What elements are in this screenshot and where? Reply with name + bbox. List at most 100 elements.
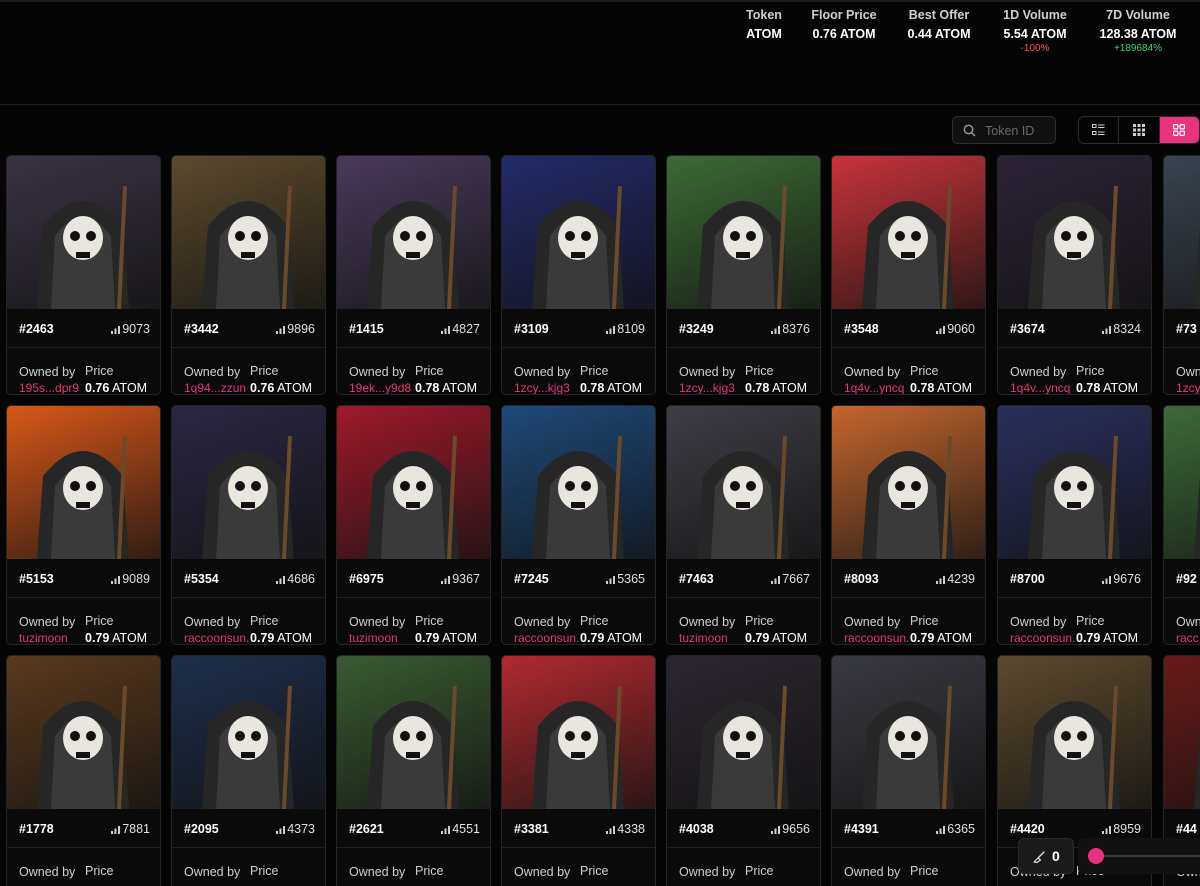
nft-image[interactable]	[1164, 156, 1200, 309]
nft-card[interactable]: #92Owned byraccPrice	[1163, 405, 1200, 645]
nft-card[interactable]: #3442 9896 Owned by 1q94...zzun Price 0.76 AT…	[171, 155, 326, 395]
nft-image[interactable]	[832, 656, 985, 809]
nft-image[interactable]	[832, 156, 985, 309]
nft-card[interactable]: #2463 9073 Owned by 195s...dpr9 Price 0.76 AT…	[6, 155, 161, 395]
nft-card[interactable]: #8093 4239 Owned by raccoonsun. Price 0.79 AT…	[831, 405, 986, 645]
nft-card[interactable]: #3674 8324 Owned by 1q4v...yncq Price 0.78 AT…	[997, 155, 1152, 395]
nft-image[interactable]	[1164, 656, 1200, 809]
reaper-art	[37, 435, 129, 559]
owner-link[interactable]: 1zcy...kjg3	[679, 381, 747, 394]
price-value: 0.78 ATOM	[745, 381, 820, 394]
nft-image[interactable]	[667, 156, 820, 309]
token-id: #4420	[1010, 822, 1045, 836]
reaper-art	[532, 185, 624, 309]
nft-card[interactable]: #73Owned by1zcyPrice	[1163, 155, 1200, 395]
nft-card[interactable]: #7245 5365 Owned by raccoonsun. Price 0.79 AT…	[501, 405, 656, 645]
nft-image[interactable]	[1164, 406, 1200, 559]
sweep-slider[interactable]	[1078, 838, 1200, 874]
reaper-art	[862, 185, 954, 309]
nft-card[interactable]: #3548 9060 Owned by 1q4v...yncq Price 0.78 AT…	[831, 155, 986, 395]
nft-card[interactable]: #6975 9367 Owned by tuzimoon Price 0.79 ATOM	[336, 405, 491, 645]
owner-link[interactable]: 1q4v...yncq	[844, 381, 912, 394]
nft-card[interactable]: #4038 9656 Owned by Price	[666, 655, 821, 886]
stat-1d-volume: 1D Volume 5.54 ATOM -100%	[998, 8, 1072, 55]
rarity-rank-value: 8324	[1113, 322, 1141, 336]
nft-card[interactable]: #7463 7667 Owned by tuzimoon Price 0.79 ATOM	[666, 405, 821, 645]
nft-card[interactable]: #3109 8109 Owned by 1zcy...kjg3 Price 0.78 AT…	[501, 155, 656, 395]
owner-link[interactable]: raccoonsun.	[1010, 631, 1078, 644]
price-currency: ATOM	[772, 631, 808, 645]
nft-image[interactable]	[502, 156, 655, 309]
token-id-input[interactable]	[983, 120, 1055, 142]
rarity-rank-value: 9367	[452, 572, 480, 586]
nft-card[interactable]: #3249 8376 Owned by 1zcy...kjg3 Price 0.78 AT…	[666, 155, 821, 395]
token-id: #5153	[19, 572, 54, 586]
nft-image[interactable]	[667, 656, 820, 809]
rarity-rank-value: 4551	[452, 822, 480, 836]
reaper-art	[367, 685, 459, 809]
owner-link[interactable]: raccoonsun.	[184, 631, 252, 644]
list-view-button[interactable]	[1079, 117, 1120, 143]
owner-link[interactable]: tuzimoon	[19, 631, 87, 644]
token-id: #4391	[844, 822, 879, 836]
nft-image[interactable]	[832, 406, 985, 559]
nft-card[interactable]: #1778 7881 Owned by Price	[6, 655, 161, 886]
owner-link[interactable]: 1q4v...yncq	[1010, 381, 1078, 394]
sweep-slider-handle[interactable]	[1088, 848, 1104, 864]
cart-button[interactable]: 0	[1018, 838, 1074, 874]
nft-card[interactable]: #5153 9089 Owned by tuzimoon Price 0.79 ATOM	[6, 405, 161, 645]
rarity-rank: 4827	[441, 322, 480, 336]
price-value: 0.79 ATOM	[1076, 631, 1151, 644]
nft-image[interactable]	[502, 656, 655, 809]
owner-link[interactable]: raccoonsun.	[844, 631, 912, 644]
nft-image[interactable]	[7, 406, 160, 559]
nft-card[interactable]: #4391 6365 Owned by Price	[831, 655, 986, 886]
rank-bars-icon	[606, 576, 616, 584]
stat-value: 128.38 ATOM	[1099, 27, 1177, 41]
compact-grid-view-button[interactable]	[1119, 117, 1160, 143]
rarity-rank: 7667	[771, 572, 810, 586]
price-label: Price	[85, 364, 114, 378]
nft-image[interactable]	[337, 156, 490, 309]
owned-by-label: Owned by	[679, 865, 736, 879]
owned-by-label: Owned by	[514, 365, 571, 379]
price-label: Price	[85, 614, 114, 628]
nft-card[interactable]: #5354 4686 Owned by raccoonsun. Price 0.79 AT…	[171, 405, 326, 645]
nft-image[interactable]	[172, 406, 325, 559]
nft-card[interactable]: #2621 4551 Owned by Price	[336, 655, 491, 886]
nft-image[interactable]	[667, 406, 820, 559]
price-currency: ATOM	[277, 631, 313, 645]
large-grid-view-button[interactable]	[1159, 117, 1199, 143]
nft-image[interactable]	[502, 406, 655, 559]
nft-image[interactable]	[172, 656, 325, 809]
owner-link[interactable]: 1zcy	[1176, 381, 1200, 394]
owner-link[interactable]: 1zcy...kjg3	[514, 381, 582, 394]
price-amount: 0.78	[580, 381, 605, 395]
owned-by-label: Owned by	[19, 615, 76, 629]
nft-image[interactable]	[172, 156, 325, 309]
nft-card[interactable]: #1415 4827 Owned by 19ek...y9d8 Price 0.78 AT…	[336, 155, 491, 395]
stat-value: ATOM	[746, 27, 782, 41]
owner-link[interactable]: tuzimoon	[349, 631, 417, 644]
nft-image[interactable]	[7, 656, 160, 809]
owner-link[interactable]: 195s...dpr9	[19, 381, 87, 394]
nft-card[interactable]: #2095 4373 Owned by Price	[171, 655, 326, 886]
token-search-box[interactable]	[952, 116, 1056, 144]
nft-image[interactable]	[337, 406, 490, 559]
reaper-art	[367, 185, 459, 309]
nft-image[interactable]	[7, 156, 160, 309]
nft-image[interactable]	[998, 656, 1151, 809]
owner-link[interactable]: tuzimoon	[679, 631, 747, 644]
owner-link[interactable]: 19ek...y9d8	[349, 381, 417, 394]
price-amount: 0.79	[910, 631, 935, 645]
owner-link[interactable]: raccoonsun.	[514, 631, 582, 644]
price-currency: ATOM	[937, 631, 973, 645]
nft-card[interactable]: #3381 4338 Owned by Price	[501, 655, 656, 886]
nft-image[interactable]	[998, 406, 1151, 559]
nft-image[interactable]	[998, 156, 1151, 309]
nft-image[interactable]	[337, 656, 490, 809]
nft-card[interactable]: #8700 9676 Owned by raccoonsun. Price 0.79 AT…	[997, 405, 1152, 645]
owner-link[interactable]: racc	[1176, 631, 1200, 644]
rarity-rank: 4338	[606, 822, 645, 836]
owner-link[interactable]: 1q94...zzun	[184, 381, 252, 394]
